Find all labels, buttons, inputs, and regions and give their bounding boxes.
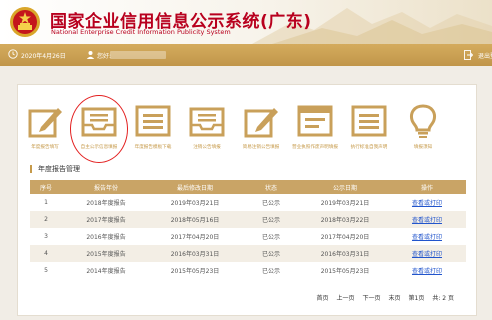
- current-page: 第1页: [408, 295, 425, 302]
- view-print-link[interactable]: 查看或打印: [412, 251, 442, 258]
- modified-date: 2016年03月31日: [170, 251, 220, 258]
- modified-date: 2018年05月16日: [170, 217, 220, 224]
- first-page-button[interactable]: 首页: [316, 293, 328, 302]
- pagination: 首页 上一页 下一页 末页 第1页 共: 2 页: [316, 293, 454, 302]
- modified-date: 2019年03月21日: [170, 200, 220, 207]
- column-header: 公示日期: [332, 184, 357, 192]
- account-name-redacted: [110, 51, 166, 59]
- report-year: 2017年度报告: [86, 217, 126, 224]
- report-year: 2014年度报告: [86, 268, 126, 275]
- tile-label: 年度报告模板下载: [134, 145, 172, 150]
- tile-label: 注销公告填报: [193, 145, 221, 150]
- status: 已公示: [261, 251, 280, 258]
- column-header: 最后修改日期: [176, 184, 213, 192]
- tile-label: 填报须知: [413, 145, 433, 150]
- total-pages: 共: 2 页: [432, 295, 454, 302]
- action-cell: 查看或打印: [388, 262, 466, 279]
- report-year: 2015年度报告: [86, 251, 126, 258]
- action-cell: 查看或打印: [388, 194, 466, 211]
- tile-deregistration-notice[interactable]: 注销公告填报: [184, 103, 230, 159]
- table-row: 1 2018年度报告 2019年03月21日 已公示 2019年03月21日 查…: [30, 194, 466, 211]
- annotation-red-circle: [70, 95, 128, 163]
- tile-annual-report-fill[interactable]: 年度报告填写: [22, 103, 68, 159]
- status: 已公示: [261, 268, 280, 275]
- clock-icon: [8, 49, 18, 59]
- lightbulb-icon: [410, 104, 436, 138]
- next-page-button[interactable]: 下一页: [362, 293, 380, 302]
- publish-date: 2016年03月31日: [320, 251, 370, 258]
- publish-date: 2018年03月22日: [320, 217, 370, 224]
- report-year: 2018年度报告: [86, 200, 126, 207]
- tile-label: 简易注销公告填报: [242, 145, 280, 150]
- table-row: 5 2014年度报告 2015年05月23日 已公示 2015年05月23日 查…: [30, 262, 466, 279]
- row-number: 5: [44, 267, 48, 274]
- status: 已公示: [261, 200, 280, 207]
- column-header: 报告年份: [93, 184, 118, 192]
- table-row: 2 2017年度报告 2018年05月16日 已公示 2018年03月22日 查…: [30, 211, 466, 228]
- view-print-link[interactable]: 查看或打印: [412, 200, 442, 207]
- main-panel: 年度报告填写 自主公示信息填报 年度报告模板下载 注销公告填报 简易注销公告填报…: [17, 84, 477, 316]
- national-emblem-icon: [10, 7, 40, 37]
- tile-template-download[interactable]: 年度报告模板下载: [130, 103, 176, 159]
- view-print-link[interactable]: 查看或打印: [412, 234, 442, 241]
- column-header: 操作: [420, 184, 433, 192]
- status: 已公示: [261, 234, 280, 241]
- view-print-link[interactable]: 查看或打印: [412, 268, 442, 275]
- report-year: 2016年度报告: [86, 234, 126, 241]
- row-number: 3: [44, 233, 48, 240]
- tile-label: 执行标准自我声明: [350, 145, 388, 150]
- user-icon: [86, 51, 95, 59]
- site-header: 国家企业信用信息公示系统(广东) National Enterprise Cre…: [0, 0, 492, 44]
- column-header: 状态: [264, 184, 277, 192]
- publish-date: 2015年05月23日: [320, 268, 370, 275]
- row-number: 2: [44, 216, 48, 223]
- row-number: 1: [44, 199, 48, 206]
- logout-label: 退出登录: [478, 53, 492, 60]
- tile-filing-instructions[interactable]: 填报须知: [400, 103, 446, 159]
- edit-icon: [244, 108, 278, 138]
- table-row: 4 2015年度报告 2016年03月31日 已公示 2016年03月31日 查…: [30, 245, 466, 262]
- account-greeting: 您好:: [97, 53, 112, 60]
- action-cell: 查看或打印: [388, 228, 466, 245]
- action-cell: 查看或打印: [388, 245, 466, 262]
- document-list-icon: [135, 105, 171, 137]
- tile-label: 年度报告填写: [31, 145, 59, 150]
- browser-window-icon: [297, 105, 333, 137]
- table-header-row: 序号 报告年份 最后修改日期 状态 公示日期 操作: [30, 180, 466, 194]
- publish-date: 2019年03月21日: [320, 200, 370, 207]
- tile-license-void-statement[interactable]: 营业执照作废声明填报: [292, 103, 338, 159]
- last-page-button[interactable]: 末页: [389, 293, 401, 302]
- row-number: 4: [44, 250, 48, 257]
- action-cell: 查看或打印: [388, 211, 466, 228]
- view-print-link[interactable]: 查看或打印: [412, 217, 442, 224]
- table-row: 3 2016年度报告 2017年04月20日 已公示 2017年04月20日 查…: [30, 228, 466, 245]
- prev-page-button[interactable]: 上一页: [336, 293, 354, 302]
- document-list-icon: [351, 105, 387, 137]
- edit-icon: [28, 108, 62, 138]
- logout-icon: [464, 50, 473, 60]
- modified-date: 2017年04月20日: [170, 234, 220, 241]
- current-date: 2020年4月26日: [21, 53, 66, 60]
- top-navbar: 2020年4月26日 您好: 退出登录: [0, 44, 492, 66]
- site-subtitle: National Enterprise Credit Information P…: [51, 28, 231, 36]
- modified-date: 2015年05月23日: [170, 268, 220, 275]
- publish-date: 2017年04月20日: [320, 234, 370, 241]
- column-header: 序号: [39, 184, 52, 192]
- tile-standard-declaration[interactable]: 执行标准自我声明: [346, 103, 392, 159]
- section-title: 年度报告管理: [30, 165, 80, 173]
- inbox-icon: [189, 107, 225, 137]
- annual-report-table: 序号 报告年份 最后修改日期 状态 公示日期 操作 1 2018年度报告 201…: [30, 180, 466, 279]
- tile-label: 营业执照作废声明填报: [292, 145, 338, 150]
- status: 已公示: [261, 217, 280, 224]
- tile-simple-deregistration[interactable]: 简易注销公告填报: [238, 103, 284, 159]
